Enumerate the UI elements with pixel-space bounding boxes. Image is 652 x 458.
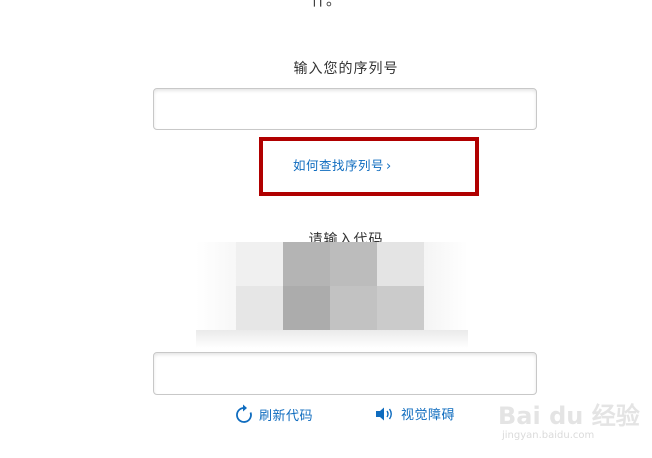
captcha-shadow xyxy=(196,330,468,348)
find-serial-number-link[interactable]: 如何查找序列号 › xyxy=(293,155,392,174)
watermark-url: jingyan.baidu.com xyxy=(502,430,595,441)
captcha-image xyxy=(236,242,424,330)
vision-impaired-audio-button[interactable]: 视觉障碍 xyxy=(375,404,455,423)
watermark-brand: Bai du 经验 xyxy=(498,402,640,430)
captcha-tile xyxy=(283,286,330,330)
captcha-tile xyxy=(377,242,424,286)
vision-impaired-label: 视觉障碍 xyxy=(401,408,456,423)
chevron-right-icon: › xyxy=(386,159,392,174)
captcha-tile xyxy=(236,286,283,330)
captcha-fade-left xyxy=(196,242,236,330)
captcha-tile xyxy=(330,286,377,330)
top-text-fragment: 什。 xyxy=(310,0,341,9)
captcha-tile xyxy=(283,242,330,286)
refresh-icon xyxy=(236,404,252,423)
serial-number-input[interactable] xyxy=(153,88,537,130)
captcha-code-input[interactable] xyxy=(153,352,537,395)
serial-number-label: 输入您的序列号 xyxy=(293,61,399,77)
captcha-fade-right xyxy=(424,242,468,330)
captcha-tile xyxy=(330,242,377,286)
refresh-code-button[interactable]: 刷新代码 xyxy=(235,404,313,424)
captcha-tile xyxy=(377,286,424,330)
baidu-jingyan-watermark: Bai du 经验 jingyan.baidu.com xyxy=(498,396,648,456)
find-serial-number-link-label: 如何查找序列号 xyxy=(293,158,385,173)
speaker-icon xyxy=(376,407,392,420)
captcha-tile xyxy=(236,242,283,286)
refresh-code-label: 刷新代码 xyxy=(259,408,314,424)
